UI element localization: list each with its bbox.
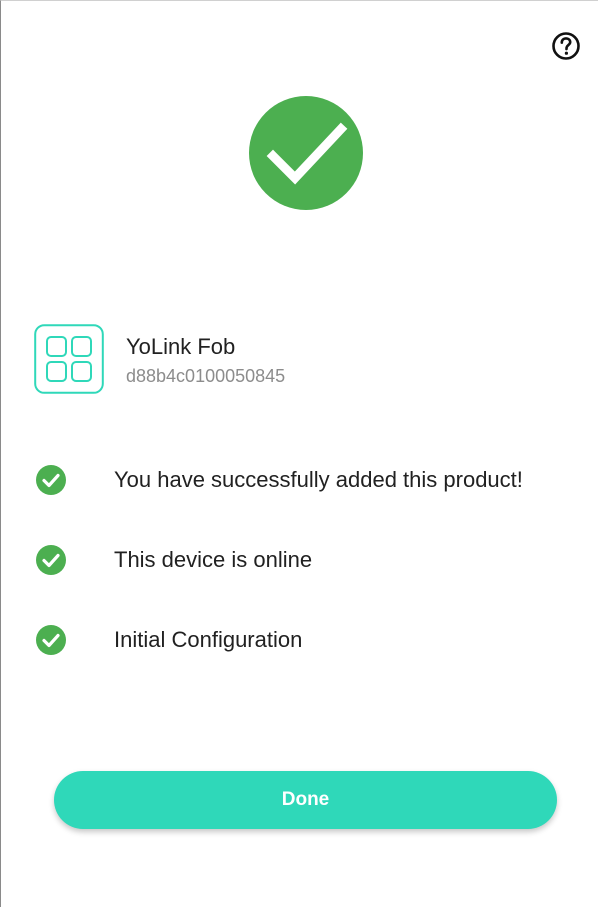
status-row-online: This device is online xyxy=(36,545,576,577)
device-name: YoLink Fob xyxy=(126,334,236,359)
device-id: d88b4c0100050845 xyxy=(126,366,286,386)
check-circle-icon xyxy=(36,625,66,655)
done-button[interactable]: Done xyxy=(54,771,557,829)
help-button[interactable] xyxy=(551,31,581,61)
check-circle-icon xyxy=(36,545,66,575)
add-device-success-screen: YoLink Fob d88b4c0100050845 You have suc… xyxy=(0,0,598,907)
success-check-icon xyxy=(249,96,363,210)
status-row-added: You have successfully added this product… xyxy=(36,465,576,497)
status-row-configuration: Initial Configuration xyxy=(36,625,576,657)
question-circle-icon xyxy=(552,32,580,60)
device-info: YoLink Fob d88b4c0100050845 xyxy=(34,324,574,394)
check-circle-icon xyxy=(36,465,66,495)
device-grid-icon xyxy=(34,324,104,394)
status-label: Initial Configuration xyxy=(114,627,303,652)
status-label: This device is online xyxy=(114,547,313,572)
status-label: You have successfully added this product… xyxy=(114,467,523,492)
